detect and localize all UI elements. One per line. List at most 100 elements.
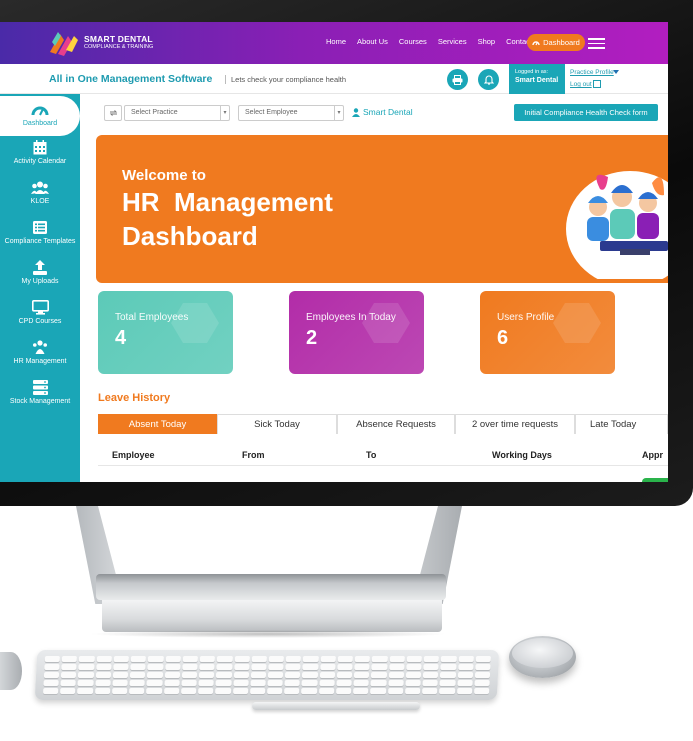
- dashboard-button-label: Dashboard: [543, 38, 580, 47]
- sidebar-item-label: KLOE: [30, 198, 50, 205]
- keyboard-key: [251, 664, 267, 670]
- keyboard-key: [422, 680, 439, 686]
- sidebar-item-cpd-courses[interactable]: CPD Courses: [0, 298, 80, 338]
- keyboard-key: [388, 672, 405, 678]
- keyboard-key: [404, 688, 421, 694]
- tab-absence-requests[interactable]: Absence Requests: [337, 414, 455, 434]
- app-tagline: Lets check your compliance health: [225, 75, 346, 84]
- keyboard-key: [354, 656, 371, 662]
- keyboard-key: [43, 672, 60, 678]
- keyboard-key: [301, 680, 318, 686]
- logged-in-box: Logged in as: Smart Dental: [509, 64, 565, 94]
- nav-link-shop[interactable]: Shop: [478, 37, 496, 46]
- keyboard-key: [267, 680, 283, 686]
- select-employee-dropdown[interactable]: Select Employee ▾: [238, 105, 344, 121]
- keyboard-key: [268, 664, 284, 670]
- sidebar-item-label: Activity Calendar: [13, 158, 67, 165]
- practice-name: Smart Dental: [363, 107, 413, 117]
- refresh-button[interactable]: [104, 105, 122, 121]
- sidebar-item-hr-management[interactable]: HR Management: [0, 338, 80, 378]
- notification-button[interactable]: [478, 69, 499, 90]
- upload-icon: [31, 258, 49, 276]
- sidebar-item-label: Compliance Templates: [4, 238, 76, 245]
- stand-opening: [98, 506, 438, 584]
- app-title: All in One Management Software: [49, 73, 213, 85]
- keyboard-key: [216, 656, 233, 662]
- column-to[interactable]: To: [366, 450, 376, 460]
- keyboard-key: [233, 664, 250, 670]
- keyboard-key: [456, 680, 473, 686]
- nav-link-home[interactable]: Home: [326, 37, 346, 46]
- stat-card-users-profile[interactable]: Users Profile 6: [480, 291, 615, 374]
- print-button[interactable]: [447, 69, 468, 90]
- sidebar-item-activity-calendar[interactable]: Activity Calendar: [0, 138, 80, 178]
- nav-link-services[interactable]: Services: [438, 37, 467, 46]
- keyboard-key: [439, 680, 456, 686]
- keyboard-key: [389, 656, 405, 662]
- keyboard-key: [96, 656, 112, 662]
- stand-shadow: [88, 630, 448, 638]
- tab-sick-today[interactable]: Sick Today: [217, 414, 337, 434]
- sidebar-item-kloe[interactable]: KLOE: [0, 178, 80, 218]
- tab-overtime-requests[interactable]: 2 over time requests: [455, 414, 575, 434]
- column-from[interactable]: From: [242, 450, 265, 460]
- column-approval[interactable]: Appr: [642, 450, 663, 460]
- dashboard-button[interactable]: Dashboard: [527, 34, 585, 51]
- practice-name-link[interactable]: Smart Dental: [352, 107, 413, 117]
- menu-icon[interactable]: [588, 38, 605, 49]
- hexagon-decoration-icon: [362, 303, 410, 343]
- stat-card-total-employees[interactable]: Total Employees 4: [98, 291, 233, 374]
- keyboard-key: [475, 664, 491, 670]
- keyboard-key: [215, 680, 232, 686]
- caret-down-icon[interactable]: [613, 70, 619, 74]
- select-practice-dropdown[interactable]: Select Practice ▾: [124, 105, 230, 121]
- hexagon-decoration-icon: [171, 303, 219, 343]
- column-working-days[interactable]: Working Days: [492, 450, 552, 460]
- sidebar-item-stock-management[interactable]: Stock Management: [0, 378, 80, 418]
- keyboard-key: [318, 688, 335, 694]
- keyboard-key: [473, 688, 490, 694]
- stat-value: 2: [306, 327, 318, 349]
- keyboard-key: [251, 656, 267, 662]
- keyboard-key: [232, 688, 249, 694]
- keyboard-key: [337, 656, 354, 662]
- sidebar-item-label: My Uploads: [21, 278, 59, 285]
- nav-link-courses[interactable]: Courses: [399, 37, 427, 46]
- practice-profile-link[interactable]: Practice Profile: [570, 69, 614, 76]
- stylus-pen: [252, 702, 420, 710]
- keyboard-key: [440, 672, 456, 678]
- sidebar-item-compliance-templates[interactable]: Compliance Templates: [0, 218, 80, 258]
- stat-label: Users Profile: [497, 312, 555, 323]
- keyboard-key: [285, 672, 301, 678]
- keyboard-key: [266, 688, 283, 694]
- brand-logo[interactable]: SMART DENTAL COMPLIANCE & TRAINING: [48, 28, 158, 58]
- tab-absent-today[interactable]: Absent Today: [98, 414, 217, 434]
- banner-title-line2: Dashboard: [122, 221, 258, 251]
- keyboard-key: [249, 688, 266, 694]
- keyboard-key: [199, 656, 216, 662]
- tab-late-today[interactable]: Late Today: [575, 414, 668, 434]
- leave-table-header: Employee From To Working Days Appr: [98, 446, 668, 466]
- column-employee[interactable]: Employee: [112, 450, 155, 460]
- nav-link-about[interactable]: About Us: [357, 37, 388, 46]
- sidebar-item-dashboard[interactable]: Dashboard: [0, 96, 80, 136]
- stand-hinge: [96, 574, 446, 600]
- keyboard-key: [78, 672, 94, 678]
- keyboard-key: [79, 656, 95, 662]
- brand-subtitle: COMPLIANCE & TRAINING: [84, 44, 154, 50]
- sidebar-item-label: HR Management: [13, 358, 67, 365]
- log-out-link[interactable]: Log out: [570, 81, 592, 88]
- user-icon: [352, 107, 360, 117]
- keyboard-key: [232, 680, 249, 686]
- logout-icon[interactable]: [593, 80, 601, 88]
- sidebar-item-my-uploads[interactable]: My Uploads: [0, 258, 80, 298]
- keyboard-key: [44, 664, 60, 670]
- stat-card-employees-in-today[interactable]: Employees In Today 2: [289, 291, 424, 374]
- stand-base: [102, 600, 442, 632]
- logo-mark-icon: [50, 32, 78, 56]
- keyboard-key: [457, 664, 474, 670]
- logged-in-name: Smart Dental: [515, 77, 559, 84]
- keyboard-key: [388, 680, 404, 686]
- keyboard-key: [165, 656, 181, 662]
- compliance-health-check-button[interactable]: Initial Compliance Health Check form: [514, 104, 658, 121]
